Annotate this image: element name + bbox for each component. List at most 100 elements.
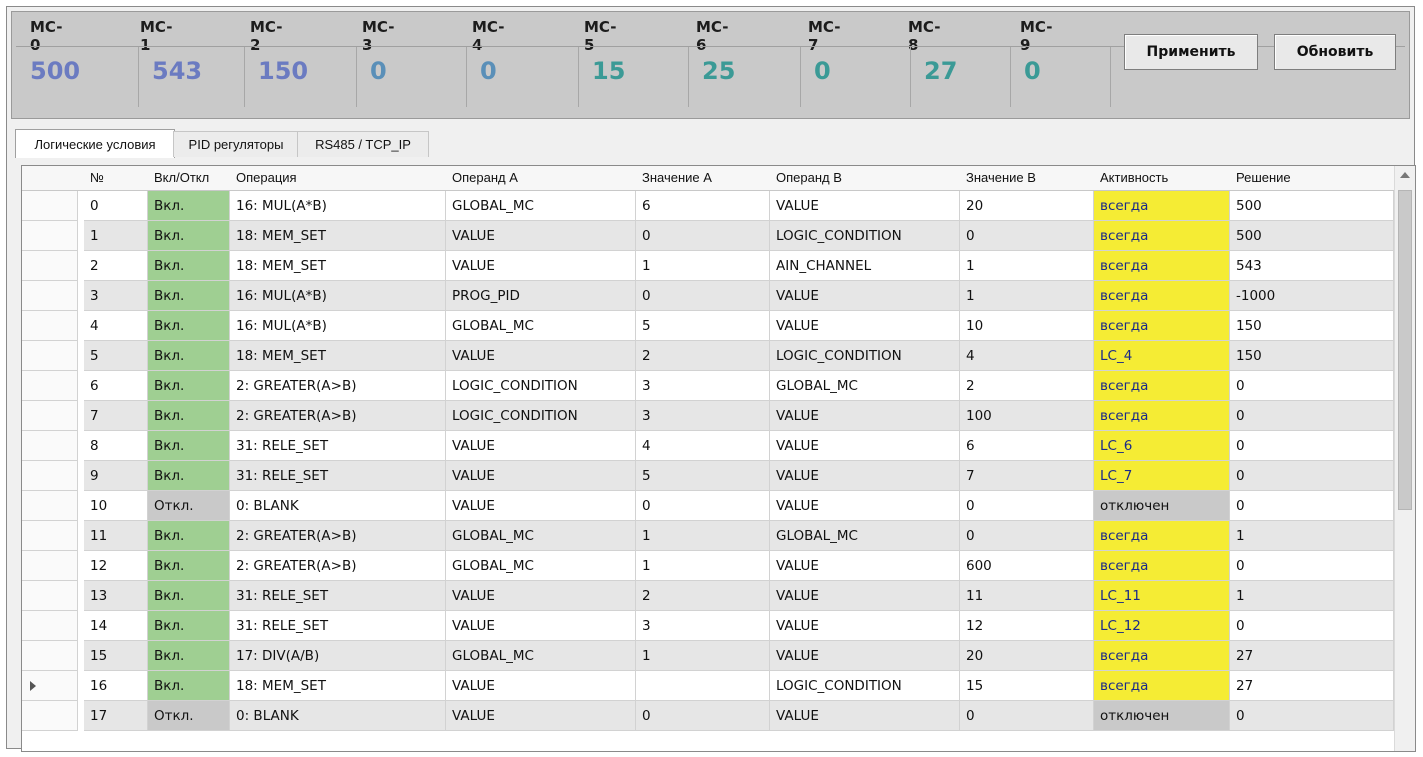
cell-va[interactable]: 4	[636, 431, 770, 461]
cell-va[interactable]: 2	[636, 341, 770, 371]
cell-en[interactable]: Вкл.	[148, 551, 230, 581]
cell-res[interactable]: 0	[1230, 701, 1394, 731]
cell-op[interactable]: 18: MEM_SET	[230, 221, 446, 251]
column-header-a[interactable]: Операнд A	[446, 166, 636, 190]
cell-va[interactable]: 1	[636, 251, 770, 281]
cell-a[interactable]: PROG_PID	[446, 281, 636, 311]
cell-op[interactable]: 18: MEM_SET	[230, 341, 446, 371]
cell-act[interactable]: LC_6	[1094, 431, 1230, 461]
cell-act[interactable]: отключен	[1094, 701, 1230, 731]
cell-va[interactable]: 5	[636, 461, 770, 491]
cell-va[interactable]: 0	[636, 491, 770, 521]
cell-a[interactable]: LOGIC_CONDITION	[446, 401, 636, 431]
cell-res[interactable]: 543	[1230, 251, 1394, 281]
cell-res[interactable]: 0	[1230, 551, 1394, 581]
row-header[interactable]	[22, 551, 78, 581]
cell-res[interactable]: 150	[1230, 341, 1394, 371]
column-header-b[interactable]: Операнд B	[770, 166, 960, 190]
mc-value-cell-9[interactable]: 0	[1010, 47, 1111, 107]
row-header[interactable]	[22, 611, 78, 641]
row-header[interactable]	[22, 281, 78, 311]
table-row[interactable]: 1 Вкл. 18: MEM_SET VALUE 0 LOGIC_CONDITION 0 вс…	[22, 221, 1394, 251]
cell-en[interactable]: Вкл.	[148, 401, 230, 431]
cell-en[interactable]: Вкл.	[148, 461, 230, 491]
cell-n[interactable]: 4	[84, 311, 148, 341]
cell-op[interactable]: 0: BLANK	[230, 491, 446, 521]
cell-vb[interactable]: 100	[960, 401, 1094, 431]
cell-va[interactable]: 1	[636, 521, 770, 551]
cell-res[interactable]: -1000	[1230, 281, 1394, 311]
cell-vb[interactable]: 11	[960, 581, 1094, 611]
cell-act[interactable]: всегда	[1094, 281, 1230, 311]
vertical-scrollbar[interactable]	[1394, 166, 1415, 751]
cell-act[interactable]: всегда	[1094, 641, 1230, 671]
mc-value-cell-1[interactable]: 543	[138, 47, 245, 107]
cell-va[interactable]: 1	[636, 641, 770, 671]
mc-value-cell-0[interactable]: 500	[16, 47, 139, 107]
cell-a[interactable]: VALUE	[446, 251, 636, 281]
row-header[interactable]	[22, 341, 78, 371]
cell-act[interactable]: всегда	[1094, 671, 1230, 701]
cell-act[interactable]: всегда	[1094, 251, 1230, 281]
cell-vb[interactable]: 600	[960, 551, 1094, 581]
cell-n[interactable]: 6	[84, 371, 148, 401]
cell-en[interactable]: Вкл.	[148, 281, 230, 311]
scroll-up-icon[interactable]	[1400, 172, 1410, 178]
table-row[interactable]: 5 Вкл. 18: MEM_SET VALUE 2 LOGIC_CONDITION 4 LC…	[22, 341, 1394, 371]
cell-res[interactable]: 500	[1230, 191, 1394, 221]
cell-op[interactable]: 31: RELE_SET	[230, 461, 446, 491]
cell-n[interactable]: 11	[84, 521, 148, 551]
mc-value-cell-8[interactable]: 27	[910, 47, 1011, 107]
cell-en[interactable]: Вкл.	[148, 191, 230, 221]
cell-b[interactable]: VALUE	[770, 701, 960, 731]
cell-a[interactable]: VALUE	[446, 491, 636, 521]
cell-a[interactable]: VALUE	[446, 341, 636, 371]
cell-en[interactable]: Откл.	[148, 701, 230, 731]
table-row[interactable]: 13 Вкл. 31: RELE_SET VALUE 2 VALUE 11 LC_11 1	[22, 581, 1394, 611]
cell-va[interactable]: 3	[636, 371, 770, 401]
scroll-thumb[interactable]	[1398, 190, 1412, 510]
cell-va[interactable]: 0	[636, 281, 770, 311]
tab-1[interactable]: PID регуляторы	[173, 131, 299, 157]
cell-res[interactable]: 0	[1230, 431, 1394, 461]
cell-res[interactable]: 500	[1230, 221, 1394, 251]
mc-value-cell-7[interactable]: 0	[800, 47, 911, 107]
row-header[interactable]	[22, 641, 78, 671]
cell-va[interactable]: 6	[636, 191, 770, 221]
cell-vb[interactable]: 1	[960, 251, 1094, 281]
cell-b[interactable]: LOGIC_CONDITION	[770, 221, 960, 251]
cell-en[interactable]: Вкл.	[148, 371, 230, 401]
cell-op[interactable]: 17: DIV(A/B)	[230, 641, 446, 671]
column-header-en[interactable]: Вкл/Откл	[148, 166, 230, 190]
cell-en[interactable]: Вкл.	[148, 221, 230, 251]
cell-vb[interactable]: 0	[960, 521, 1094, 551]
cell-vb[interactable]: 20	[960, 191, 1094, 221]
tab-0[interactable]: Логические условия	[15, 129, 175, 158]
cell-vb[interactable]: 10	[960, 311, 1094, 341]
cell-res[interactable]: 1	[1230, 521, 1394, 551]
cell-a[interactable]: VALUE	[446, 581, 636, 611]
cell-a[interactable]: VALUE	[446, 671, 636, 701]
column-header-act[interactable]: Активность	[1094, 166, 1230, 190]
cell-b[interactable]: VALUE	[770, 581, 960, 611]
table-row[interactable]: 8 Вкл. 31: RELE_SET VALUE 4 VALUE 6 LC_6 0	[22, 431, 1394, 461]
cell-b[interactable]: VALUE	[770, 551, 960, 581]
cell-op[interactable]: 18: MEM_SET	[230, 251, 446, 281]
cell-n[interactable]: 17	[84, 701, 148, 731]
table-row[interactable]: 0 Вкл. 16: MUL(A*B) GLOBAL_MC 6 VALUE 20 всегда…	[22, 191, 1394, 221]
cell-vb[interactable]: 12	[960, 611, 1094, 641]
cell-res[interactable]: 0	[1230, 371, 1394, 401]
cell-n[interactable]: 14	[84, 611, 148, 641]
cell-vb[interactable]: 0	[960, 221, 1094, 251]
row-header[interactable]	[22, 251, 78, 281]
cell-n[interactable]: 10	[84, 491, 148, 521]
cell-act[interactable]: отключен	[1094, 491, 1230, 521]
table-row[interactable]: 12 Вкл. 2: GREATER(A>B) GLOBAL_MC 1 VALUE 600 в…	[22, 551, 1394, 581]
cell-res[interactable]: 0	[1230, 611, 1394, 641]
cell-a[interactable]: GLOBAL_MC	[446, 191, 636, 221]
mc-value-cell-4[interactable]: 0	[466, 47, 579, 107]
cell-op[interactable]: 0: BLANK	[230, 701, 446, 731]
table-row[interactable]: 4 Вкл. 16: MUL(A*B) GLOBAL_MC 5 VALUE 10 всегда…	[22, 311, 1394, 341]
cell-b[interactable]: GLOBAL_MC	[770, 371, 960, 401]
cell-vb[interactable]: 15	[960, 671, 1094, 701]
